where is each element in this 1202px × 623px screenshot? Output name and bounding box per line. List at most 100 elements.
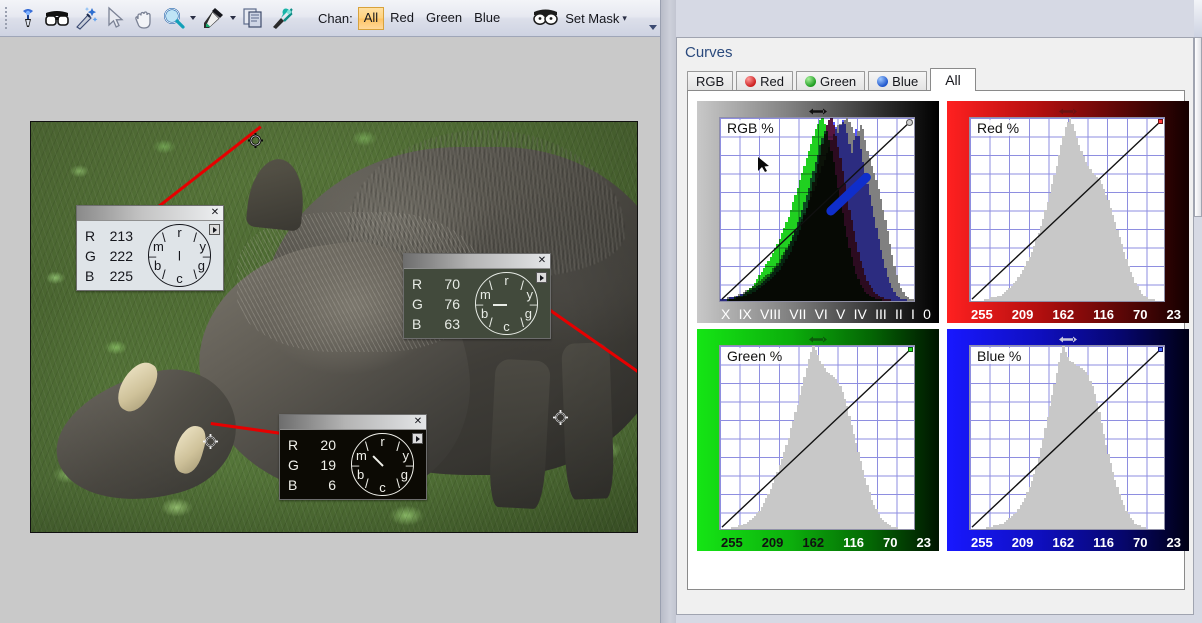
blue-dot-icon (877, 76, 889, 87)
axis-tick: IX (738, 306, 752, 322)
axis-tick: 116 (843, 534, 865, 550)
sample-b-value: 6 (328, 477, 336, 493)
expand-icon[interactable] (209, 224, 220, 235)
wheel-tick-ne: / (396, 439, 400, 454)
sample-titlebar[interactable]: ✕ (77, 206, 223, 221)
sample-r-label: R (412, 276, 423, 292)
copy-pages-icon[interactable] (238, 4, 267, 33)
magic-wand-icon[interactable] (71, 4, 100, 33)
wheel-tick-w: – (476, 296, 484, 311)
tab-all[interactable]: All (930, 68, 976, 91)
curve-line-green[interactable] (720, 346, 914, 529)
wheel-needle (492, 303, 507, 306)
wheel-tick-ne: / (520, 278, 524, 293)
wheel-tick-sw: / (489, 315, 493, 330)
wheel-tick-se: \ (193, 267, 197, 282)
axis-tick: X (721, 306, 731, 322)
histogram-plot-red[interactable]: Red % (969, 117, 1165, 302)
histogram-panel-blue[interactable]: Blue % 255 209 162 116 70 23 (947, 329, 1189, 551)
channel-option-red[interactable]: Red (384, 7, 420, 30)
tab-label: Blue (892, 74, 919, 89)
selection-arrow-icon[interactable] (100, 4, 129, 33)
close-icon[interactable]: ✕ (209, 207, 221, 219)
sample-r-value: 70 (444, 276, 460, 292)
tab-blue[interactable]: Blue (868, 71, 928, 91)
set-mask-button[interactable]: Set Mask ▾ (532, 6, 627, 31)
color-picker-pin-icon[interactable] (13, 4, 42, 33)
color-sample-popup-3[interactable]: ✕ R 20 G 19 B6 r y g c b m \ / / \ – – (279, 414, 427, 500)
curves-tabpage: RGB % X IX VI II VII VI V IV III II I 0 R… (687, 90, 1189, 590)
curve-handle-red[interactable] (1158, 119, 1163, 124)
sample-body: R 213 G 222 B 225 r y g c b m l \ / / \ – – (77, 221, 223, 291)
right-edge-toolbar-strip (1194, 0, 1202, 37)
histogram-plot-rgb[interactable]: RGB % (719, 117, 915, 302)
mask-glasses-icon[interactable] (42, 4, 71, 33)
sample-rgb-values: R 70 G 76 B 63 (412, 274, 460, 334)
channel-option-green[interactable]: Green (420, 7, 468, 30)
sample-g-value: 19 (320, 457, 336, 473)
tab-red[interactable]: Red (736, 71, 794, 91)
axis-labels-blue: 255 209 162 116 70 23 (969, 534, 1183, 550)
histogram-plot-blue[interactable]: Blue % (969, 345, 1165, 530)
axis-tick: 162 (1052, 306, 1075, 322)
axis-tick: 209 (761, 534, 784, 550)
channel-option-all[interactable]: All (357, 6, 385, 30)
curve-handle-rgb[interactable] (906, 119, 913, 126)
pan-tool-icon[interactable] (809, 331, 827, 343)
tab-rgb[interactable]: RGB (687, 71, 734, 91)
axis-tick: II (894, 306, 903, 322)
axis-tick: VI (814, 306, 828, 322)
pan-tool-icon[interactable] (1059, 331, 1077, 343)
image-canvas-area[interactable] (0, 37, 660, 623)
close-icon[interactable]: ✕ (412, 416, 424, 428)
main-toolbar: Chan: All Red Green Blue Set Mask ▾ (0, 0, 660, 37)
axis-tick: V (836, 306, 846, 322)
histogram-panel-red[interactable]: Red % 255 209 162 116 70 23 (947, 101, 1189, 323)
sample-body: R 70 G 76 B 63 r y g c b m \ / / \ – – (404, 269, 550, 339)
green-dot-icon (805, 76, 817, 87)
color-sample-popup-1[interactable]: ✕ R 213 G 222 B 225 r y g c b m l \ / / \ – (76, 205, 224, 291)
tab-green[interactable]: Green (796, 71, 866, 91)
channel-option-blue[interactable]: Blue (468, 7, 506, 30)
color-wheel-3: r y g c b m \ / / \ – – (351, 433, 414, 496)
toolbar-drag-grip[interactable] (3, 5, 11, 31)
sample-titlebar[interactable]: ✕ (404, 254, 550, 269)
hand-pan-icon[interactable] (129, 4, 158, 33)
histogram-panel-rgb[interactable]: RGB % X IX VI II VII VI V IV III II I 0 (697, 101, 939, 323)
canvas-splitter[interactable] (660, 0, 676, 623)
color-sample-popup-2[interactable]: ✕ R 70 G 76 B 63 r y g c b m \ / / \ – – (403, 253, 551, 339)
wheel-tick-sw: / (365, 476, 369, 491)
eyedropper-dropdown-arrow[interactable] (227, 4, 238, 32)
pan-tool-icon[interactable] (1059, 103, 1077, 115)
axis-tick: VII (789, 306, 807, 322)
wheel-tick-se: \ (396, 476, 400, 491)
curve-line-blue[interactable] (970, 346, 1164, 529)
axis-tick: I (910, 306, 915, 322)
eyedropper-icon[interactable] (198, 4, 227, 33)
toolbar-overflow-button[interactable] (647, 20, 658, 34)
magnifier-zoom-icon[interactable] (158, 4, 187, 33)
set-mask-label: Set Mask (565, 10, 620, 26)
expand-icon[interactable] (412, 433, 423, 444)
wheel-tick-sw: / (162, 267, 166, 282)
axis-tick: 209 (1011, 534, 1034, 550)
sample-titlebar[interactable]: ✕ (280, 415, 426, 430)
mask-glasses-icon (532, 6, 559, 31)
chevron-down-icon[interactable]: ▾ (622, 13, 627, 24)
mouse-cursor-icon (758, 157, 769, 172)
axis-tick: 255 (721, 534, 743, 550)
zoom-dropdown-arrow[interactable] (187, 4, 198, 32)
right-edge-panel-strip[interactable] (1194, 37, 1202, 217)
axis-labels-green: 255 209 162 116 70 23 (719, 534, 933, 550)
histogram-plot-green[interactable]: Green % (719, 345, 915, 530)
curve-handle-blue[interactable] (1158, 347, 1163, 352)
curve-line-red[interactable] (970, 118, 1164, 301)
pan-tool-icon[interactable] (809, 103, 827, 115)
curve-handle-green[interactable] (908, 347, 913, 352)
wrench-brush-icon[interactable] (267, 4, 296, 33)
histogram-panel-green[interactable]: Green % 255 209 162 116 70 23 (697, 329, 939, 551)
close-icon[interactable]: ✕ (536, 255, 548, 267)
expand-icon[interactable] (536, 272, 547, 283)
curve-line-rgb[interactable] (720, 118, 914, 301)
sample-rgb-values: R 20 G 19 B 6 (288, 435, 336, 495)
